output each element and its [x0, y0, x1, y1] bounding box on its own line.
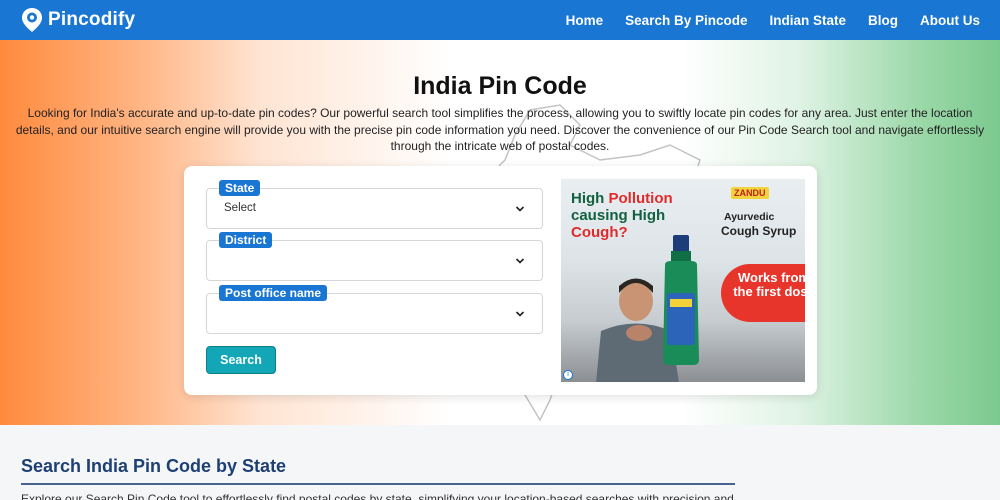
ad-info-icon[interactable]: i	[563, 370, 573, 380]
nav-home-link[interactable]: Home	[566, 13, 604, 28]
ad-headline-accent: Pollution	[608, 190, 673, 207]
chevron-down-icon	[515, 206, 525, 212]
advertisement-banner[interactable]: High Pollution causing High Cough? ZANDU…	[561, 179, 805, 382]
state-select[interactable]: State Select	[206, 180, 543, 229]
post-office-label: Post office name	[219, 285, 328, 301]
nav-indian-state-link[interactable]: Indian State	[769, 13, 846, 28]
brand-name: Pincodify	[48, 9, 136, 30]
pincode-search-card: State Select District Post office name S…	[184, 166, 817, 395]
district-select[interactable]: District	[206, 232, 543, 281]
ad-product-line-2: Cough Syrup	[721, 224, 797, 238]
hero-description: Looking for India's accurate and up-to-d…	[15, 106, 985, 153]
district-label: District	[219, 232, 273, 248]
nav-menu: Home Search By Pincode Indian State Blog…	[566, 0, 980, 40]
brand-link[interactable]: Pincodify	[20, 7, 135, 33]
ad-headline-line-3: Cough?	[571, 224, 628, 241]
section-description: Explore our Search Pin Code tool to effo…	[21, 492, 734, 500]
chevron-down-icon	[515, 311, 525, 317]
ad-brand-logo: ZANDU	[731, 187, 769, 199]
ad-claim-badge: Works from the first dose	[721, 264, 805, 322]
top-navbar: Pincodify Home Search By Pincode Indian …	[0, 0, 1000, 40]
ad-headline: High Pollution causing High Cough?	[571, 190, 673, 241]
state-section: Search India Pin Code by State Explore o…	[0, 425, 1000, 500]
state-label: State	[219, 180, 261, 196]
ad-product-line-1: Ayurvedic	[724, 211, 775, 223]
section-title: Search India Pin Code by State	[21, 456, 287, 476]
cough-syrup-bottle-image	[663, 235, 699, 365]
nav-about-us-link[interactable]: About Us	[920, 13, 980, 28]
post-office-select[interactable]: Post office name	[206, 285, 543, 334]
nav-blog-link[interactable]: Blog	[868, 13, 898, 28]
hero-section: India Pin Code Looking for India's accur…	[0, 40, 1000, 425]
page-title: India Pin Code	[413, 72, 587, 100]
location-pin-logo-icon	[22, 8, 42, 32]
ad-headline-line-2: causing High	[571, 207, 666, 224]
ad-headline-line-1: High	[571, 190, 609, 207]
section-divider	[21, 483, 735, 485]
chevron-down-icon	[515, 258, 525, 264]
nav-search-by-pincode-link[interactable]: Search By Pincode	[625, 13, 747, 28]
state-select-value: Select	[224, 202, 256, 214]
search-button[interactable]: Search	[206, 346, 276, 374]
